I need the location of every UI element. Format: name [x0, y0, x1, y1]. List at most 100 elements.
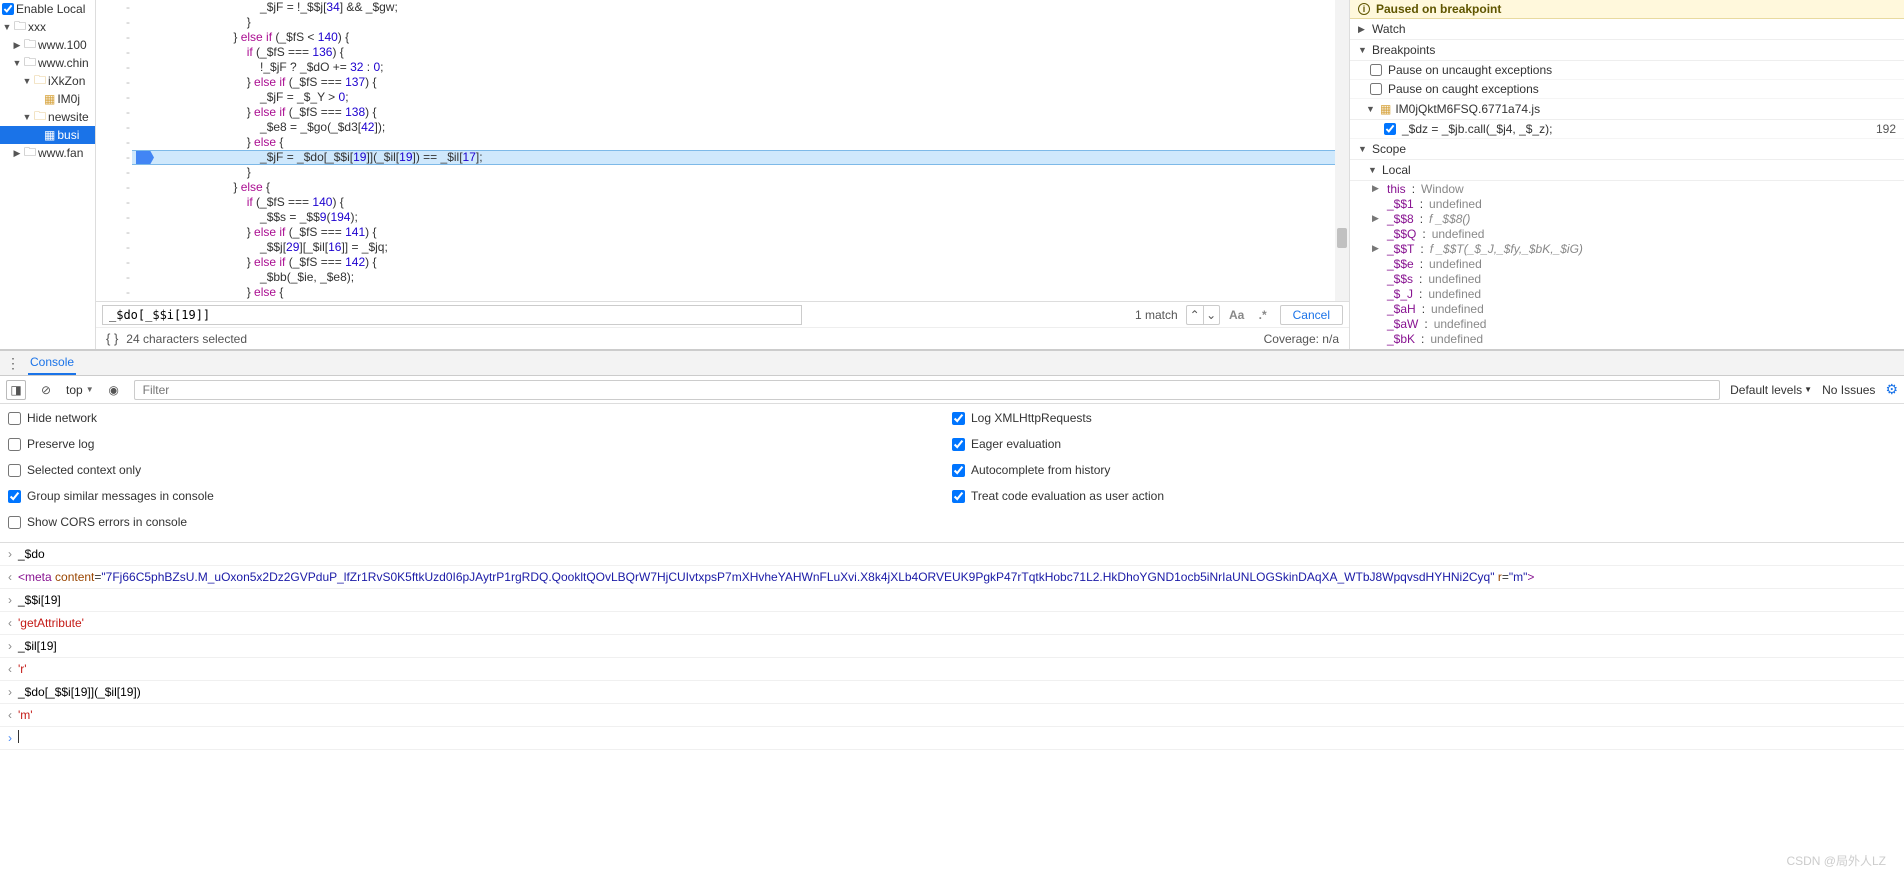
- expand-arrow-icon[interactable]: [12, 58, 22, 68]
- folder-item[interactable]: 🗀iXkZon: [0, 72, 95, 90]
- console-setting[interactable]: Preserve log: [8, 434, 952, 454]
- setting-checkbox[interactable]: [8, 438, 21, 451]
- console-setting[interactable]: Autocomplete from history: [952, 460, 1896, 480]
- setting-checkbox[interactable]: [8, 464, 21, 477]
- console-setting[interactable]: Selected context only: [8, 460, 952, 480]
- code-editor[interactable]: ---------------------- _$jF = !_$$j[34] …: [96, 0, 1349, 349]
- code-line[interactable]: return _$$s;: [140, 300, 1335, 301]
- console-filter-input[interactable]: [134, 380, 1721, 400]
- console-setting[interactable]: Hide network: [8, 408, 952, 428]
- match-case-toggle[interactable]: Aa: [1228, 308, 1246, 322]
- clear-console-button[interactable]: ⊘: [36, 380, 56, 400]
- console-row[interactable]: ‹'m': [0, 704, 1904, 727]
- find-input[interactable]: [102, 305, 802, 325]
- setting-checkbox[interactable]: [952, 412, 965, 425]
- pause-uncaught-checkbox[interactable]: [1370, 64, 1382, 76]
- scope-variable[interactable]: _$bK: undefined: [1372, 331, 1904, 346]
- file-tree[interactable]: Enable Local 🗀xxx🗀www.100🗀www.chin🗀iXkZo…: [0, 0, 96, 349]
- folder-item[interactable]: 🗀xxx: [0, 18, 95, 36]
- code-line[interactable]: }: [140, 165, 1335, 180]
- console-row[interactable]: ›_$do: [0, 543, 1904, 566]
- toggle-sidebar-button[interactable]: ◨: [6, 380, 26, 400]
- console-setting[interactable]: Treat code evaluation as user action: [952, 486, 1896, 506]
- console-output[interactable]: ›_$do‹<meta content="7Fj66C5phBZsU.M_uOx…: [0, 543, 1904, 750]
- expand-arrow-icon[interactable]: [22, 76, 32, 86]
- pause-caught-row[interactable]: Pause on caught exceptions: [1350, 80, 1904, 99]
- code-line[interactable]: } else {: [140, 285, 1335, 300]
- code-line[interactable]: } else if (_$fS === 142) {: [140, 255, 1335, 270]
- code-line[interactable]: _$jF = !_$$j[34] && _$gw;: [140, 0, 1335, 15]
- scope-variable[interactable]: ▶this: Window: [1372, 181, 1904, 196]
- code-line[interactable]: _$$s = _$$9(194);: [140, 210, 1335, 225]
- console-setting[interactable]: Log XMLHttpRequests: [952, 408, 1896, 428]
- expand-arrow-icon[interactable]: [2, 22, 12, 32]
- folder-item[interactable]: 🗀www.fan: [0, 144, 95, 162]
- enable-local-toggle[interactable]: Enable Local: [0, 0, 95, 18]
- console-row[interactable]: ›_$$i[19]: [0, 589, 1904, 612]
- pause-caught-checkbox[interactable]: [1370, 83, 1382, 95]
- folder-item[interactable]: 🗀www.100: [0, 36, 95, 54]
- console-setting[interactable]: Group similar messages in console: [8, 486, 952, 506]
- scope-variable[interactable]: _$$e: undefined: [1372, 256, 1904, 271]
- watch-section[interactable]: Watch: [1350, 19, 1904, 40]
- code-vertical-scrollbar[interactable]: [1335, 0, 1349, 301]
- pause-uncaught-row[interactable]: Pause on uncaught exceptions: [1350, 61, 1904, 80]
- setting-checkbox[interactable]: [952, 490, 965, 503]
- console-row[interactable]: ›: [0, 727, 1904, 750]
- regex-toggle[interactable]: .*: [1254, 308, 1272, 322]
- file-item[interactable]: ▦busi: [0, 126, 95, 144]
- issues-indicator[interactable]: No Issues: [1822, 383, 1875, 397]
- breakpoint-file-header[interactable]: ▦ IM0jQktM6FSQ.6771a74.js: [1350, 99, 1904, 120]
- enable-local-checkbox[interactable]: [2, 3, 14, 15]
- breakpoint-file-name[interactable]: IM0jQktM6FSQ.6771a74.js: [1395, 102, 1540, 116]
- context-selector[interactable]: top▼: [66, 383, 94, 397]
- code-line[interactable]: _$jF = _$_Y > 0;: [140, 90, 1335, 105]
- setting-checkbox[interactable]: [8, 516, 21, 529]
- console-row[interactable]: ‹'getAttribute': [0, 612, 1904, 635]
- code-line[interactable]: } else if (_$fS === 138) {: [140, 105, 1335, 120]
- code-line[interactable]: } else {: [140, 180, 1335, 195]
- pretty-print-button[interactable]: { }: [106, 331, 118, 346]
- console-settings-button[interactable]: ⚙: [1885, 381, 1898, 398]
- console-row[interactable]: ›_$il[19]: [0, 635, 1904, 658]
- scope-variable[interactable]: _$_J: undefined: [1372, 286, 1904, 301]
- code-line[interactable]: } else {: [140, 135, 1335, 150]
- code-line[interactable]: !_$jF ? _$dO += 32 : 0;: [140, 60, 1335, 75]
- scrollbar-thumb[interactable]: [1337, 228, 1347, 248]
- console-row[interactable]: ›_$do[_$$i[19]](_$il[19]): [0, 681, 1904, 704]
- console-setting[interactable]: Eager evaluation: [952, 434, 1896, 454]
- file-item[interactable]: ▦IM0j: [0, 90, 95, 108]
- scope-local[interactable]: Local: [1350, 160, 1904, 181]
- code-line[interactable]: if (_$fS === 136) {: [140, 45, 1335, 60]
- code-line[interactable]: } else if (_$fS === 137) {: [140, 75, 1335, 90]
- log-levels-dropdown[interactable]: Default levels▼: [1730, 383, 1812, 397]
- live-expression-button[interactable]: ◉: [104, 380, 124, 400]
- code-line[interactable]: _$e8 = _$go(_$d3[42]);: [140, 120, 1335, 135]
- code-line[interactable]: _$$j[29][_$il[16]] = _$jq;: [140, 240, 1335, 255]
- scope-variable[interactable]: _$$1: undefined: [1372, 196, 1904, 211]
- scope-variable[interactable]: ▶_$$T: f _$$T(_$_J,_$fy,_$bK,_$iG): [1372, 241, 1904, 256]
- code-lines[interactable]: _$jF = !_$$j[34] && _$gw; } } else if (_…: [136, 0, 1335, 301]
- code-line[interactable]: _$bb(_$ie, _$e8);: [140, 270, 1335, 285]
- scope-variable[interactable]: _$$s: undefined: [1372, 271, 1904, 286]
- scope-variable[interactable]: _$$Q: undefined: [1372, 226, 1904, 241]
- code-line[interactable]: } else if (_$fS === 141) {: [140, 225, 1335, 240]
- scope-variable[interactable]: ▶_$bV: f $bV(): [1372, 346, 1904, 349]
- setting-checkbox[interactable]: [8, 490, 21, 503]
- setting-checkbox[interactable]: [952, 464, 965, 477]
- console-setting[interactable]: Show CORS errors in console: [8, 512, 952, 532]
- tab-console[interactable]: Console: [28, 351, 76, 375]
- code-line[interactable]: } else if (_$fS < 140) {: [140, 30, 1335, 45]
- console-row[interactable]: ‹'r': [0, 658, 1904, 681]
- find-next-button[interactable]: ⌄: [1203, 306, 1219, 324]
- code-line[interactable]: }: [140, 15, 1335, 30]
- scope-variable[interactable]: _$aH: undefined: [1372, 301, 1904, 316]
- code-line[interactable]: if (_$fS === 140) {: [140, 195, 1335, 210]
- console-row[interactable]: ‹<meta content="7Fj66C5phBZsU.M_uOxon5x2…: [0, 566, 1904, 589]
- scope-section[interactable]: Scope: [1350, 139, 1904, 160]
- folder-item[interactable]: 🗀newsite: [0, 108, 95, 126]
- scope-variable[interactable]: _$aW: undefined: [1372, 316, 1904, 331]
- breakpoint-enable-checkbox[interactable]: [1384, 123, 1396, 135]
- drawer-menu-button[interactable]: ⋮: [6, 355, 18, 372]
- scope-variable[interactable]: ▶_$$8: f _$$8(): [1372, 211, 1904, 226]
